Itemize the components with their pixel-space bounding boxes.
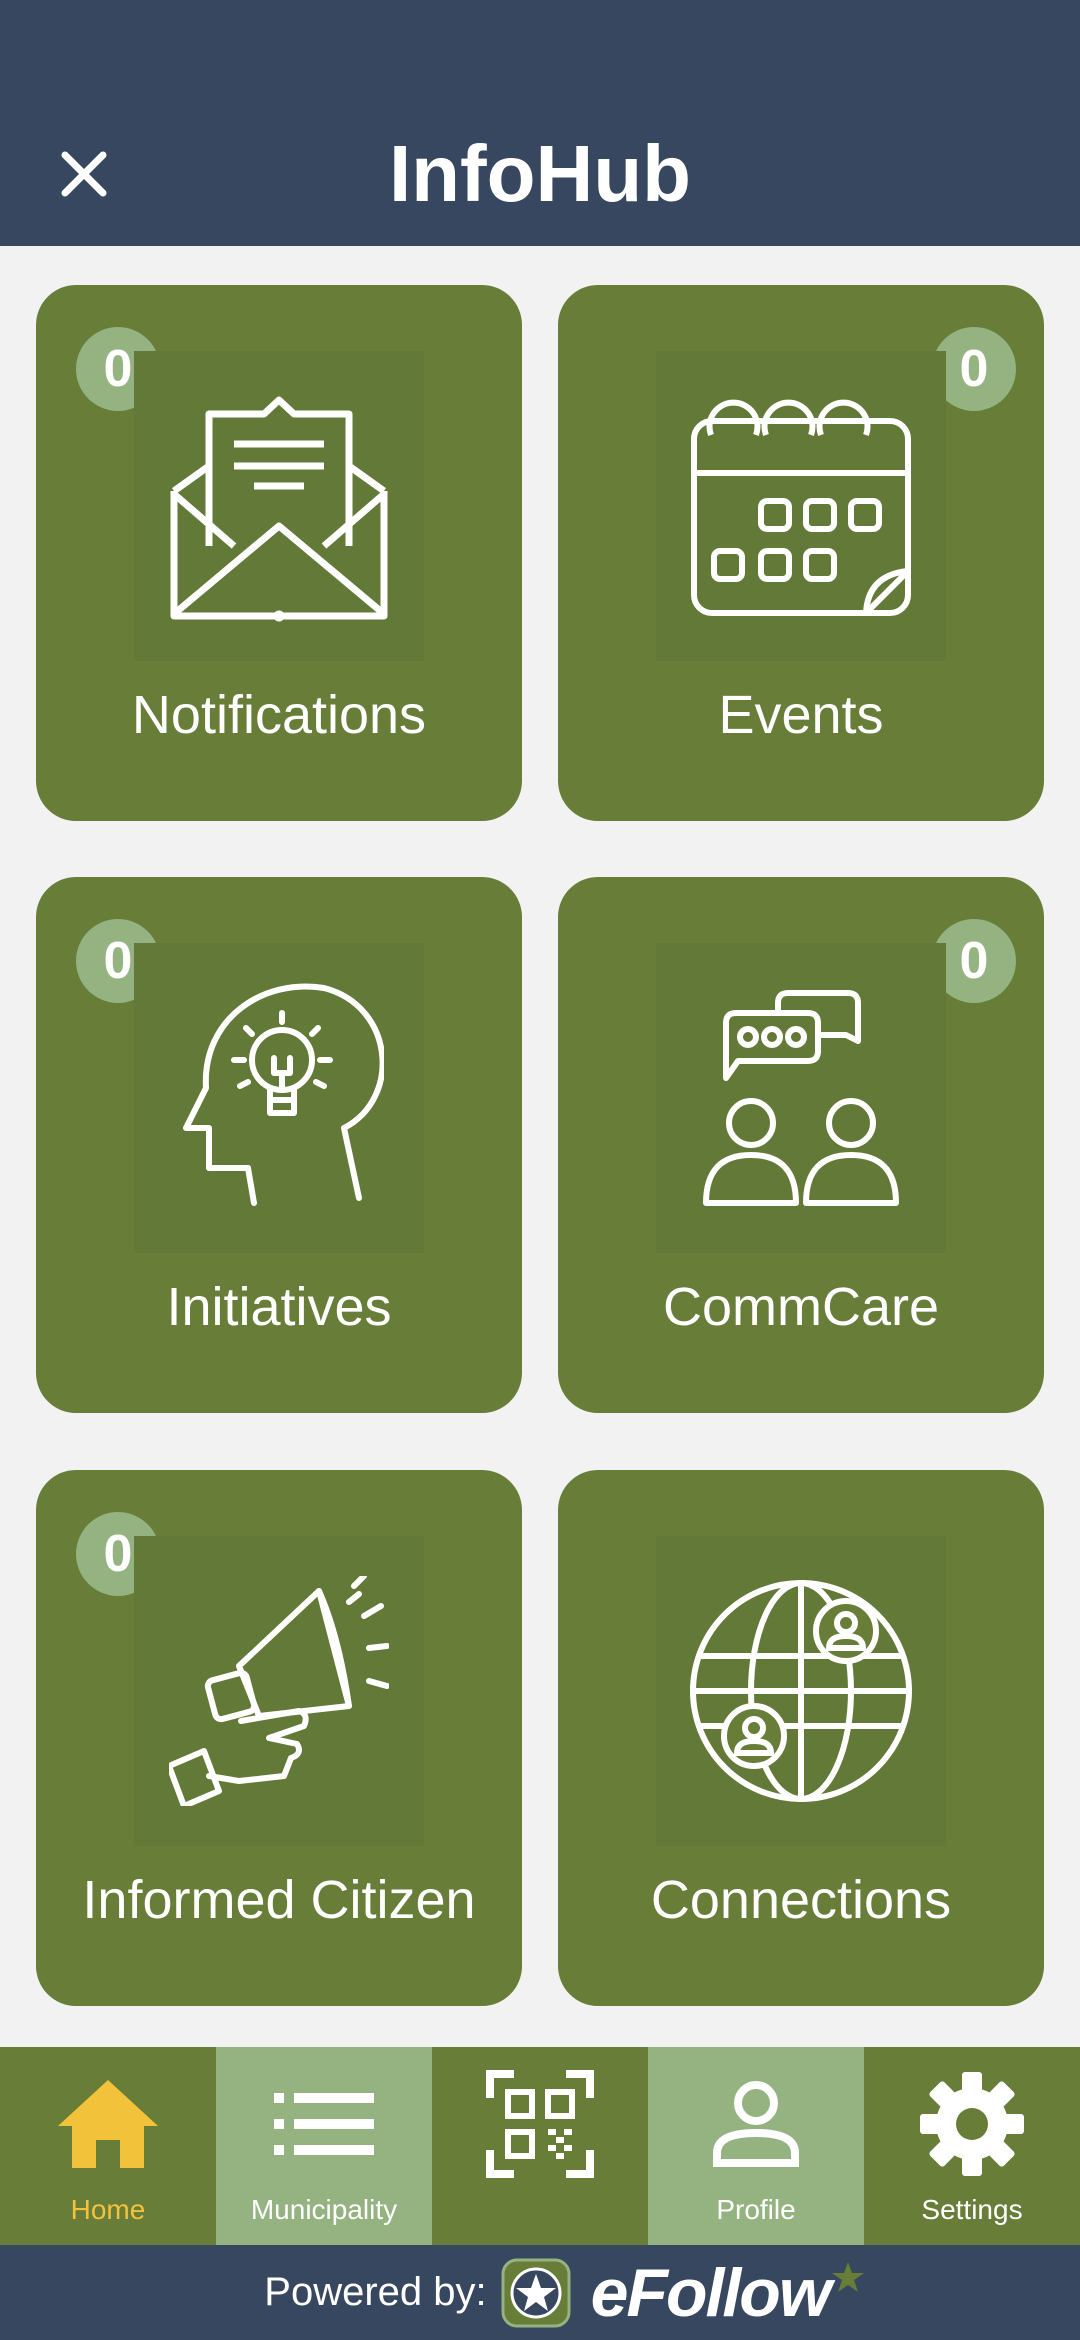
events-tile[interactable]: 0 Events: [558, 285, 1044, 821]
megaphone-icon: [134, 1536, 424, 1846]
page-title: InfoHub: [388, 129, 692, 218]
globe-people-icon: [656, 1536, 946, 1846]
connections-label: Connections: [650, 1870, 952, 1930]
efollow-logo-icon: [501, 2258, 571, 2327]
gear-icon: [920, 2072, 1024, 2176]
nav-home-label: Home: [70, 2194, 146, 2225]
nav-profile-label: Profile: [716, 2194, 796, 2225]
nav-home[interactable]: Home: [0, 2047, 216, 2245]
events-label: Events: [718, 685, 884, 745]
initiatives-tile[interactable]: 0 Initiatives: [36, 877, 522, 1413]
initiatives-label: Initiatives: [166, 1277, 392, 1337]
nav-profile[interactable]: Profile: [648, 2047, 864, 2245]
bottom-navigation: Home Municipality Profile Settings: [0, 2047, 1080, 2245]
informed-citizen-tile[interactable]: 0 Informed Citizen: [36, 1470, 522, 2006]
connections-tile[interactable]: Connections: [558, 1470, 1044, 2006]
efollow-brand: eFollow: [590, 2254, 832, 2331]
people-chat-icon: [656, 943, 946, 1253]
idea-head-icon: [134, 943, 424, 1253]
nav-settings[interactable]: Settings: [864, 2047, 1080, 2245]
envelope-icon: [134, 351, 424, 661]
nav-settings-label: Settings: [921, 2194, 1023, 2225]
home-icon: [58, 2080, 158, 2168]
commcare-tile[interactable]: 0 CommCare: [558, 877, 1044, 1413]
qr-code-icon: [486, 2070, 594, 2178]
app-header: InfoHub: [0, 0, 1080, 246]
notifications-tile[interactable]: 0 Notifications: [36, 285, 522, 821]
powered-by-text: Powered by:: [264, 2270, 487, 2314]
commcare-label: CommCare: [662, 1277, 940, 1337]
nav-qr-scanner[interactable]: [432, 2047, 648, 2245]
nav-municipality[interactable]: Municipality: [216, 2047, 432, 2245]
star-icon: [831, 2261, 864, 2292]
powered-by-footer: Powered by: eFollow: [0, 2245, 1080, 2340]
informed-citizen-label: Informed Citizen: [82, 1870, 476, 1930]
list-icon: [274, 2093, 374, 2155]
notifications-label: Notifications: [131, 685, 427, 745]
nav-municipality-label: Municipality: [250, 2194, 398, 2225]
user-icon: [713, 2081, 799, 2167]
calendar-icon: [656, 351, 946, 661]
